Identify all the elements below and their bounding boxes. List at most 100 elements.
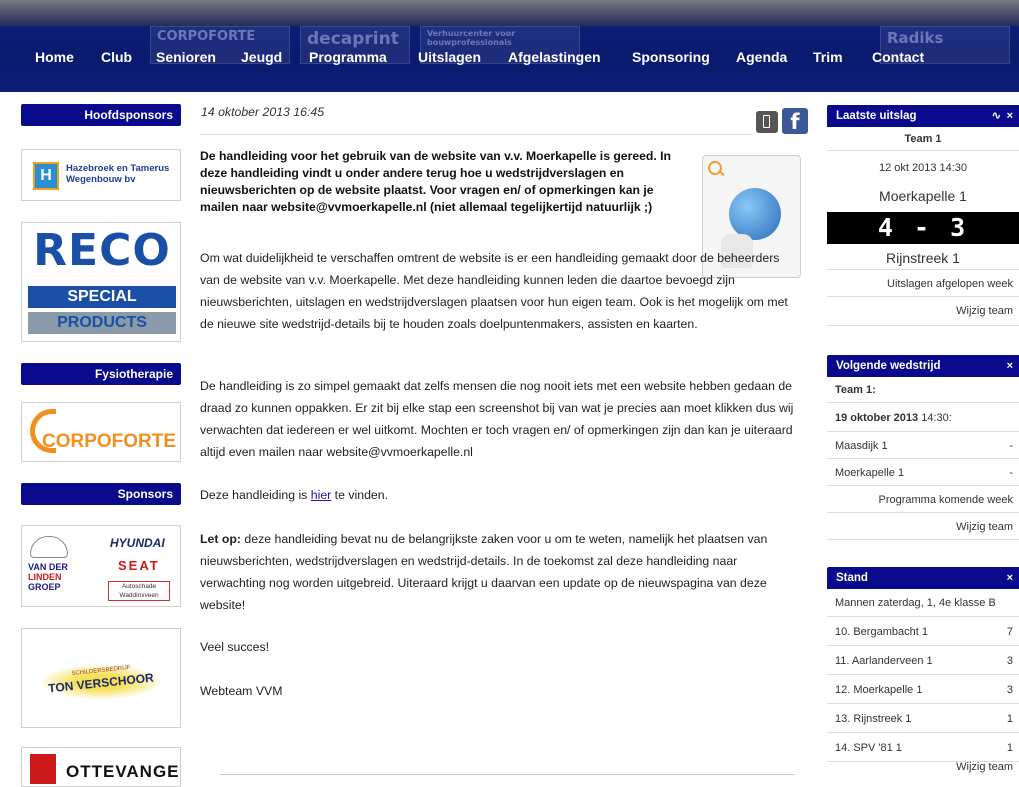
- laatste-wijzig-team-text: Wijzig team: [956, 305, 1013, 317]
- stand-row: 10. Bergambacht 1 7: [827, 618, 1019, 646]
- hazebroek-sub: Wegenbouw bv: [66, 174, 136, 185]
- stand-points: 3: [1006, 684, 1013, 696]
- stand-row: 12. Moerkapelle 1 3: [827, 676, 1019, 704]
- article-paragraph-4: Let op: deze handleiding bevat nu de bel…: [200, 528, 800, 616]
- zoom-icon-handle: [718, 169, 725, 177]
- volgende-wedstrijd-close-icon[interactable]: ×: [1007, 355, 1013, 377]
- nav-uitslagen[interactable]: Uitslagen: [418, 46, 481, 68]
- header-banner-image: [0, 0, 1019, 26]
- nav-senioren[interactable]: Senioren: [156, 46, 216, 68]
- stand-league-text: Mannen zaterdag, 1, 4e klasse B: [835, 597, 996, 609]
- stand-wijzig-team-text: Wijzig team: [956, 761, 1013, 773]
- stand-team: 12. Moerkapelle 1: [835, 684, 923, 696]
- rss-icon[interactable]: ∿: [992, 105, 1001, 127]
- programma-komende-week-text: Programma komende week: [878, 494, 1013, 506]
- hyundai-logo: HYUNDAI: [110, 536, 165, 550]
- corpoforte-logo-text: CORPOFORTE: [42, 431, 177, 452]
- nav-jeugd[interactable]: Jeugd: [241, 46, 282, 68]
- volgende-home: Maasdijk 1 -: [827, 433, 1019, 459]
- nav-contact[interactable]: Contact: [872, 46, 924, 68]
- article-footer-divider: [220, 774, 795, 775]
- nav-programma[interactable]: Programma: [309, 46, 387, 68]
- volgende-wijzig-team-link[interactable]: Wijzig team: [827, 514, 1019, 540]
- facebook-icon[interactable]: f: [782, 108, 808, 134]
- programma-komende-week-link[interactable]: Programma komende week: [827, 487, 1019, 513]
- volgende-time: 14:30:: [918, 412, 952, 424]
- volgende-wedstrijd-heading: Volgende wedstrijd ×: [827, 355, 1019, 377]
- sponsor-ottevanger[interactable]: OTTEVANGER: [21, 747, 181, 787]
- article-paragraph-3: Deze handleiding is hier te vinden.: [200, 484, 800, 506]
- stand-team: 11. Aarlanderveen 1: [835, 655, 933, 667]
- article-paragraph-5: Veel succes!: [200, 640, 270, 654]
- stand-points: 1: [1006, 713, 1013, 725]
- volgende-team-text: Team 1:: [835, 384, 876, 396]
- uitslagen-afgelopen-week-text: Uitslagen afgelopen week: [887, 278, 1013, 290]
- laatste-uitslag-team: Team 1: [827, 127, 1019, 151]
- reco-logo-text: RECO: [33, 225, 171, 276]
- stand-close-icon[interactable]: ×: [1007, 567, 1013, 589]
- laatste-uitslag-home: Moerkapelle 1: [879, 188, 967, 204]
- laatste-wijzig-team-link[interactable]: Wijzig team: [827, 298, 1019, 326]
- volgende-away-text: Moerkapelle 1: [835, 467, 905, 479]
- article-signature: Webteam VVM: [200, 684, 283, 698]
- volgende-wijzig-team-text: Wijzig team: [956, 521, 1013, 533]
- laatste-uitslag-close-icon[interactable]: ×: [1007, 105, 1013, 127]
- volgende-away-score: -: [1009, 467, 1013, 479]
- article-intro: De handleiding voor het gebruik van de w…: [200, 149, 671, 214]
- nav-home[interactable]: Home: [35, 46, 74, 68]
- vanderlinden-name-2: LINDEN: [28, 572, 62, 582]
- article-date-divider: [200, 134, 752, 135]
- sponsor-reco[interactable]: RECO SPECIAL PRODUCTS: [21, 222, 181, 342]
- nav-sponsoring[interactable]: Sponsoring: [632, 46, 710, 68]
- sponsors-heading: Sponsors: [21, 483, 181, 505]
- let-op-label: Let op:: [200, 532, 241, 546]
- article-paragraph-1: Om wat duidelijkheid te verschaffen omtr…: [200, 251, 788, 331]
- nav-club[interactable]: Club: [101, 46, 132, 68]
- ottevanger-logo-text: OTTEVANGER: [66, 762, 181, 781]
- stand-team: 13. Rijnstreek 1: [835, 713, 912, 725]
- nav-agenda[interactable]: Agenda: [736, 46, 787, 68]
- score-board: 4 - 3: [827, 212, 1019, 244]
- reco-products: PRODUCTS: [28, 312, 176, 334]
- fysiotherapie-heading: Fysiotherapie: [21, 363, 181, 385]
- waddinxveen-text: Waddinxveen: [119, 592, 159, 599]
- sponsor-hazebroek[interactable]: H Hazebroek en Tamerus Wegenbouw bv: [21, 149, 181, 201]
- stand-team: 10. Bergambacht 1: [835, 626, 928, 638]
- handleiding-text-post: te vinden.: [331, 488, 389, 502]
- stand-points: 3: [1006, 655, 1013, 667]
- volgende-date: 19 oktober 2013 14:30:: [827, 404, 1019, 432]
- article-paragraph-2: De handleiding is zo simpel gemaakt dat …: [200, 379, 794, 459]
- volgende-home-score: -: [1009, 440, 1013, 452]
- volgende-team: Team 1:: [827, 377, 1019, 403]
- stand-heading: Stand ×: [827, 567, 1019, 589]
- article-date: 14 oktober 2013 16:45: [201, 105, 325, 119]
- mobile-icon[interactable]: [756, 111, 778, 133]
- stand-wijzig-team-link[interactable]: Wijzig team: [827, 758, 1019, 776]
- ottevanger-emblem: [30, 754, 56, 784]
- handleiding-link[interactable]: hier: [311, 488, 332, 502]
- sponsor-corpoforte[interactable]: CORPOFORTE: [21, 402, 181, 462]
- nav-trim[interactable]: Trim: [813, 46, 843, 68]
- main-nav: Home Club Senioren Jeugd Programma Uitsl…: [0, 46, 1019, 76]
- nav-afgelastingen[interactable]: Afgelastingen: [508, 46, 601, 68]
- autoschade-logo: Autoschade Waddinxveen: [108, 581, 170, 601]
- stand-row: 11. Aarlanderveen 1 3: [827, 647, 1019, 675]
- volgende-away: Moerkapelle 1 -: [827, 460, 1019, 486]
- uitslagen-afgelopen-week-link[interactable]: Uitslagen afgelopen week: [827, 271, 1019, 297]
- volgende-home-text: Maasdijk 1: [835, 440, 888, 452]
- laatste-uitslag-title: Laatste uitslag: [836, 110, 917, 122]
- laatste-uitslag-away: Rijnstreek 1: [827, 246, 1019, 270]
- sponsor-vanderlinden[interactable]: VAN DER LINDEN GROEP HYUNDAI SEAT Autosc…: [21, 525, 181, 607]
- vanderlinden-name-1: VAN DER: [28, 562, 68, 572]
- laatste-uitslag-heading: Laatste uitslag ∿ ×: [827, 105, 1019, 127]
- vanderlinden-name-3: GROEP: [28, 582, 61, 592]
- volgende-date-bold: 19 oktober 2013: [835, 412, 919, 424]
- volgende-wedstrijd-title: Volgende wedstrijd: [836, 360, 941, 372]
- laatste-uitslag-date: 12 okt 2013 14:30: [878, 162, 968, 174]
- stand-points: 7: [1006, 626, 1013, 638]
- hazebroek-name: Hazebroek en Tamerus: [66, 163, 170, 174]
- sponsor-ton-verschoor[interactable]: SCHILDERSBEDRIJF TON VERSCHOOR: [21, 628, 181, 728]
- seat-logo: SEAT: [118, 558, 160, 573]
- autoschade-text: Autoschade: [121, 583, 157, 590]
- let-op-text: deze handleiding bevat nu de belangrijks…: [200, 532, 768, 612]
